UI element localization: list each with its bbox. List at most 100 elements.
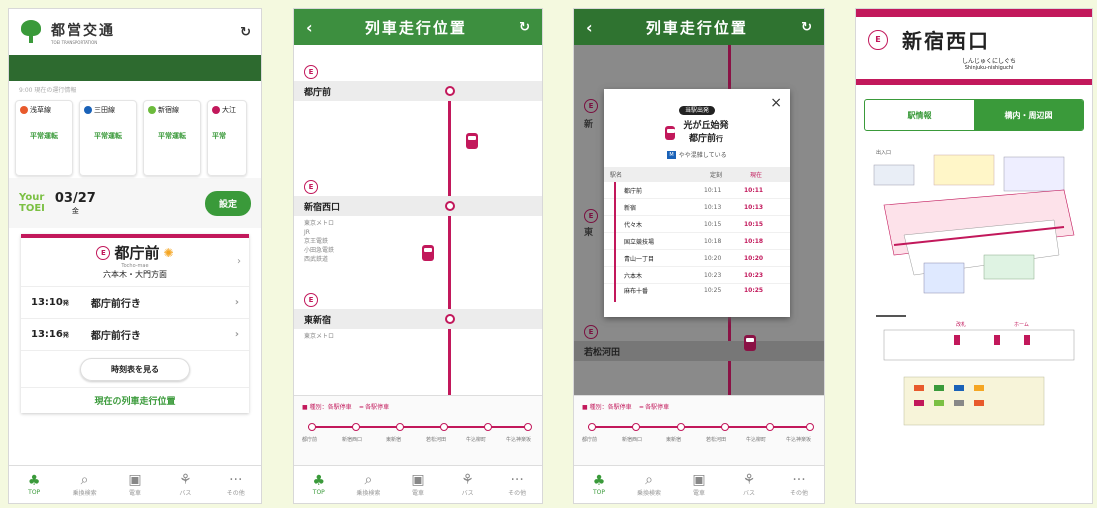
oedo-line-icon: [212, 106, 220, 114]
station-icon: E: [304, 180, 318, 194]
map-label-exit: 出入口: [876, 150, 892, 156]
train-position-link[interactable]: 現在の列車走行位置: [21, 387, 249, 413]
station-row[interactable]: 新宿西口: [294, 196, 542, 216]
oedo-station-icon: E: [96, 245, 111, 260]
chevron-right-icon: ›: [234, 329, 239, 340]
station-reading-kana: しんじゅくにしぐち: [961, 58, 1016, 65]
status-note: 9:00 現在の運行情報: [19, 87, 77, 94]
station-name: 都庁前: [114, 244, 160, 262]
page-title: 列車走行位置: [645, 18, 748, 37]
line-status-text: 平常運転: [158, 132, 186, 140]
mini-track: [308, 423, 532, 431]
line-card-shinjuku[interactable]: 新宿線 平常運転: [143, 100, 201, 176]
station-map-button[interactable]: 構内・周辺図: [974, 100, 1083, 130]
tab-bus[interactable]: ⚘ バス: [163, 472, 207, 497]
phone-station-map: E 新宿西口 しんじゅくにしぐち Shinjuku-nishiguchi 駅情報…: [855, 8, 1093, 504]
crowd-text: やや混雑している: [678, 152, 727, 159]
station-info-button[interactable]: 駅情報: [865, 100, 974, 130]
chevron-right-icon: ›: [234, 297, 239, 308]
station-card: E 都庁前 ✺ Tocho-mae 六本木・大門方面 › 13:10 発 都庁前行き …: [21, 234, 249, 413]
station-header: E 新宿西口: [856, 17, 1092, 54]
tab-train[interactable]: ▣ 電車: [396, 472, 440, 497]
your-toei-logo: Your TOEI: [19, 192, 45, 214]
tab-bar: ♣ TOP ⌕ 乗換検索 ▣ 電車 ⚘ バス ··· その他: [9, 465, 261, 503]
mini-map[interactable]: ■ 種別：各駅停車 ━ 各駅停車 都庁前 新宿西口 東新宿 若松河田 牛込柳町 牛…: [294, 395, 542, 465]
more-icon: ···: [229, 472, 243, 488]
asakusa-line-icon: [20, 106, 28, 114]
station-node: [445, 86, 455, 96]
top-stripe: [856, 9, 1092, 17]
tab-bar: ♣ TOP ⌕ 乗換検索 ▣ 電車 ⚘ バス ··· その他: [294, 465, 542, 503]
toei-logo-icon: [19, 20, 43, 44]
table-row: 代々木 10:15 10:15: [604, 216, 790, 233]
shinjuku-line-icon: [148, 106, 156, 114]
table-row: 麻布十番 10:25 10:25: [624, 286, 764, 295]
transfer-note: 東京メトロ JR 京王電鉄 小田急電鉄 西武鉄道: [304, 220, 335, 263]
track-view: E 都庁前 E 新宿西口 東京メトロ JR 京王電鉄 小田急電鉄 西武鉄道 E …: [294, 45, 542, 429]
tab-more[interactable]: ··· その他: [777, 472, 821, 497]
station-icon: E: [584, 209, 598, 223]
station-floor-map: [873, 154, 1075, 426]
station-row[interactable]: 都庁前: [294, 81, 542, 101]
line-card-asakusa[interactable]: 浅草線 平常運転: [15, 100, 73, 176]
line-card-mita[interactable]: 三田線 平常運転: [79, 100, 137, 176]
tab-train[interactable]: ▣ 電車: [677, 472, 721, 497]
station-icon: E: [304, 65, 318, 79]
phone-train-detail: ‹ 列車走行位置 ↻ E 新 E 東 E 若松河田 × 当駅出発 光が丘始発 都…: [573, 8, 825, 504]
train-icon: ▣: [411, 472, 425, 488]
tab-top[interactable]: ♣ TOP: [297, 473, 341, 496]
station-row[interactable]: 東新宿: [294, 309, 542, 329]
bus-icon: ⚘: [461, 472, 474, 488]
train-icon: ▣: [692, 472, 706, 488]
train-marker-icon[interactable]: [466, 133, 478, 149]
day-text: 金: [71, 206, 79, 215]
train-detail-popup: × 当駅出発 光が丘始発 都庁前行 M やや混雑している 駅名 定刻 現在 都庁…: [604, 89, 790, 317]
tab-route-search[interactable]: ⌕ 乗換検索: [627, 472, 671, 497]
close-icon[interactable]: ×: [770, 95, 782, 111]
search-icon: ⌕: [645, 472, 653, 488]
station-header[interactable]: E 都庁前 ✺ Tocho-mae 六本木・大門方面 ›: [21, 238, 249, 287]
station-map-image[interactable]: 出入口 改札 ホーム: [864, 145, 1084, 445]
line-status-text: 平常運転: [30, 132, 58, 140]
direction-text: 六本木・大門方面: [103, 270, 167, 279]
mini-track: [588, 423, 814, 431]
refresh-icon[interactable]: ↻: [801, 20, 812, 35]
your-toei-row: Your TOEI 03/27 金 設定: [9, 178, 261, 228]
search-icon: ⌕: [80, 472, 89, 488]
train-marker-icon[interactable]: [422, 245, 434, 261]
station-row: 東: [584, 228, 594, 238]
app-header: 都営交通 TOEI TRANSPORTATION ↻: [9, 9, 261, 55]
app-logo-text: 都営交通: [51, 22, 115, 39]
tab-top[interactable]: ♣ TOP: [577, 473, 621, 496]
line-card-oedo[interactable]: 大江 平常: [207, 100, 247, 176]
tab-route-search[interactable]: ⌕ 乗換検索: [346, 472, 390, 497]
tab-route-search[interactable]: ⌕ 乗換検索: [63, 472, 107, 497]
departure-row[interactable]: 13:10 発 都庁前行き ›: [21, 287, 249, 319]
tab-train[interactable]: ▣ 電車: [113, 472, 157, 497]
timetable-button[interactable]: 時刻表を見る: [80, 358, 190, 381]
tree-icon: ♣: [27, 473, 41, 489]
search-icon: ⌕: [364, 472, 373, 488]
tab-more[interactable]: ··· その他: [214, 472, 258, 497]
train-icon: ▣: [128, 472, 142, 488]
app-logo-subtitle: TOEI TRANSPORTATION: [51, 39, 98, 45]
station-icon: E: [584, 325, 598, 339]
map-label-gate: 改札: [956, 322, 967, 328]
departure-row[interactable]: 13:16 発 都庁前行き ›: [21, 319, 249, 351]
station-node: [445, 201, 455, 211]
refresh-icon[interactable]: ↻: [240, 25, 251, 40]
back-icon[interactable]: ‹: [306, 18, 313, 37]
tab-more[interactable]: ··· その他: [495, 472, 539, 497]
mini-map[interactable]: ■ 種別：各駅停車 ━ 各駅停車 都庁前 新宿西口 東新宿 若松河田 牛込柳町 牛…: [574, 395, 824, 465]
back-icon[interactable]: ‹: [586, 18, 593, 37]
dimmed-track-view: E 新 E 東 E 若松河田 × 当駅出発 光が丘始発 都庁前行 M やや混雑し…: [574, 45, 824, 429]
table-row: 新宿 10:13 10:13: [604, 199, 790, 216]
refresh-icon[interactable]: ↻: [519, 20, 530, 35]
tab-top[interactable]: ♣ TOP: [12, 473, 56, 496]
train-marker-icon[interactable]: [744, 335, 756, 351]
tab-bus[interactable]: ⚘ バス: [446, 472, 490, 497]
tab-bus[interactable]: ⚘ バス: [727, 472, 771, 497]
more-icon: ···: [792, 472, 806, 488]
settings-button[interactable]: 設定: [204, 190, 251, 216]
page-title: 列車走行位置: [364, 18, 467, 37]
